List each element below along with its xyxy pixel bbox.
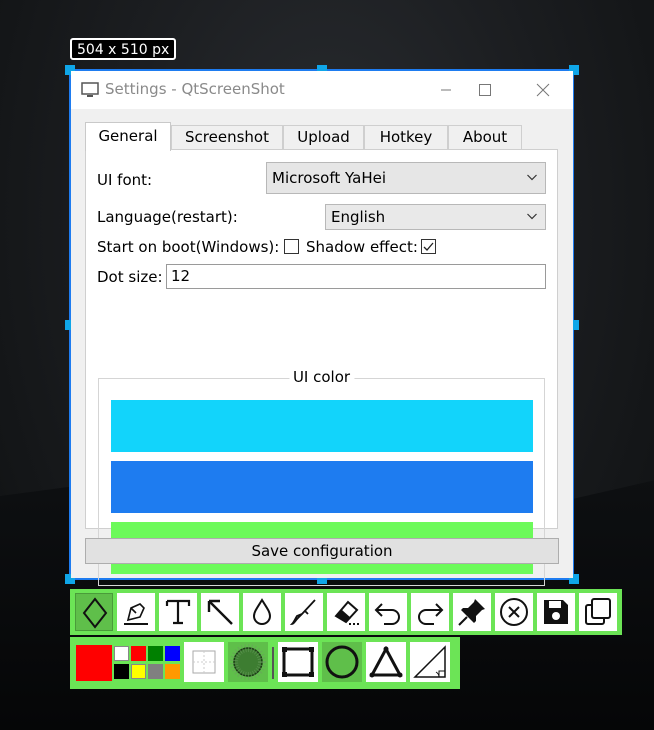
palette-color-yellow[interactable]: [131, 664, 146, 679]
palette-color-orange[interactable]: [165, 664, 180, 679]
minimize-button[interactable]: [426, 77, 466, 103]
ui-font-select[interactable]: Microsoft YaHei: [266, 162, 546, 194]
text-icon: [165, 599, 191, 625]
copy-button[interactable]: [579, 593, 617, 631]
monitor-icon: [81, 82, 99, 97]
palette-color-blue[interactable]: [165, 646, 180, 661]
minimize-icon: [441, 89, 451, 91]
eraser-tool-button[interactable]: [327, 593, 365, 631]
text-tool-button[interactable]: [159, 593, 197, 631]
ui-color-title: UI color: [288, 368, 355, 386]
redo-icon: [418, 603, 444, 625]
brush-tool-button[interactable]: [285, 593, 323, 631]
rectangle-tool-button[interactable]: [278, 642, 318, 682]
filled-circle-icon: [230, 644, 266, 680]
close-icon: [536, 83, 550, 97]
tab-upload[interactable]: Upload: [283, 125, 364, 149]
blur-drop-icon: [252, 598, 272, 625]
close-circle-icon: [500, 598, 528, 626]
pin-icon: [458, 599, 485, 626]
annotation-toolbar: [70, 589, 622, 635]
triangle-icon: [369, 645, 403, 678]
settings-window: Settings - QtScreenShot General Screensh…: [71, 71, 573, 586]
close-button[interactable]: [523, 77, 563, 103]
ui-font-value: Microsoft YaHei: [272, 169, 386, 187]
undo-button[interactable]: [369, 593, 407, 631]
shadow-effect-checkbox[interactable]: [421, 239, 436, 254]
maximize-button[interactable]: [466, 77, 506, 103]
palette-color-black[interactable]: [114, 664, 129, 679]
tab-hotkey[interactable]: Hotkey: [364, 125, 448, 149]
shadow-effect-label: Shadow effect:: [306, 238, 418, 256]
palette-color-red[interactable]: [131, 646, 146, 661]
right-triangle-tool-button[interactable]: [410, 642, 450, 682]
ellipse-tool-button[interactable]: [322, 642, 362, 682]
dotted-square-icon: [192, 650, 216, 674]
start-on-boot-label: Start on boot(Windows):: [97, 238, 280, 256]
copy-icon: [585, 598, 611, 625]
language-select[interactable]: English: [325, 204, 546, 230]
blur-tool-button[interactable]: [243, 593, 281, 631]
language-value: English: [331, 208, 386, 226]
start-on-boot-checkbox[interactable]: [284, 239, 299, 254]
diamond-tool-button[interactable]: [75, 593, 113, 631]
save-configuration-button[interactable]: Save configuration: [85, 538, 559, 564]
dot-size-input[interactable]: 12: [166, 264, 546, 289]
dot-size-label: Dot size:: [97, 268, 163, 286]
tab-about[interactable]: About: [448, 125, 522, 149]
rectangle-icon: [282, 647, 314, 677]
title-bar[interactable]: Settings - QtScreenShot: [71, 71, 573, 109]
pin-button[interactable]: [453, 593, 491, 631]
checkmark-icon: [423, 242, 434, 251]
palette-color-gray[interactable]: [148, 664, 163, 679]
shape-options-toolbar: [70, 637, 460, 689]
save-button[interactable]: [537, 593, 575, 631]
pen-tool-button[interactable]: [117, 593, 155, 631]
right-triangle-icon: [413, 645, 446, 678]
palette-color-white[interactable]: [114, 646, 129, 661]
eraser-icon: [334, 600, 359, 625]
brush-icon: [289, 599, 316, 625]
chevron-down-icon: [527, 174, 537, 181]
redo-button[interactable]: [411, 593, 449, 631]
arrow-icon: [207, 599, 233, 625]
undo-icon: [374, 603, 400, 625]
arrow-tool-button[interactable]: [201, 593, 239, 631]
general-panel: UI font: Microsoft YaHei Language(restar…: [85, 149, 558, 586]
toolbar-separator: [272, 647, 274, 679]
window-title: Settings - QtScreenShot: [105, 80, 285, 98]
diamond-icon: [82, 597, 108, 629]
tab-screenshot[interactable]: Screenshot: [171, 125, 283, 149]
tab-general[interactable]: General: [85, 122, 171, 151]
pen-icon: [124, 603, 148, 625]
cancel-button[interactable]: [495, 593, 533, 631]
ellipse-icon: [325, 645, 359, 679]
current-color-swatch[interactable]: [76, 645, 112, 681]
fill-button[interactable]: [228, 642, 268, 682]
selection-size-label: 504 x 510 px: [70, 38, 177, 60]
save-icon: [544, 600, 568, 624]
ui-color-swatch-2[interactable]: [111, 461, 533, 513]
no-fill-button[interactable]: [184, 642, 224, 682]
maximize-icon: [479, 84, 491, 96]
ui-font-label: UI font:: [97, 171, 153, 189]
palette-color-green[interactable]: [148, 646, 163, 661]
triangle-tool-button[interactable]: [366, 642, 406, 682]
language-label: Language(restart):: [97, 208, 238, 226]
ui-color-swatch-1[interactable]: [111, 400, 533, 452]
chevron-down-icon: [527, 213, 537, 220]
